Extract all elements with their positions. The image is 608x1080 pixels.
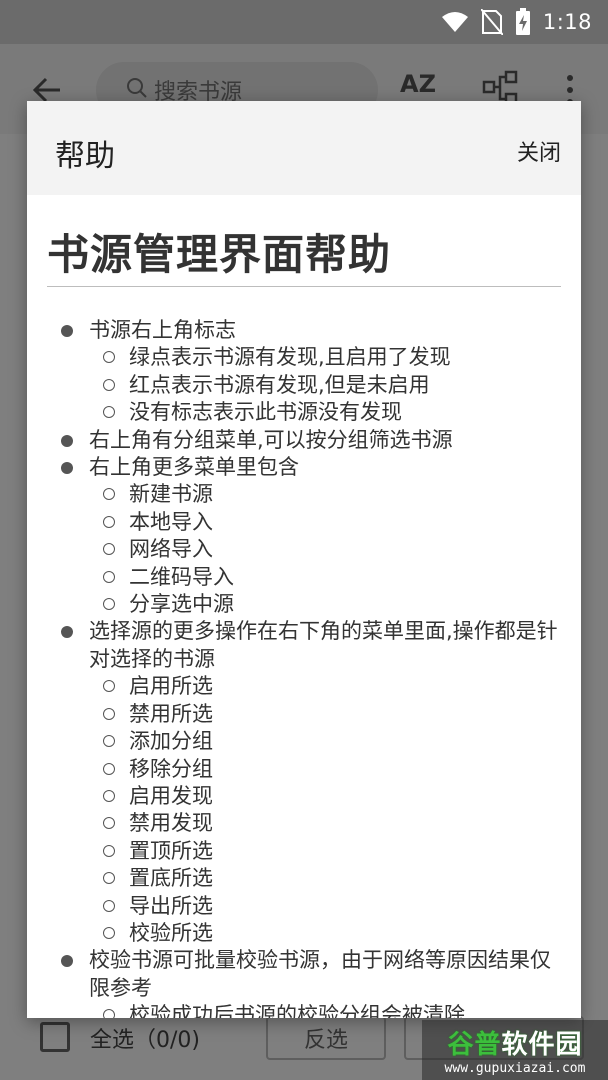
bullet-dot-icon [61, 434, 73, 447]
bullet-circle-icon [103, 789, 115, 802]
help-subitem-text: 置底所选 [129, 866, 213, 891]
help-subitem-text: 校验所选 [129, 920, 213, 945]
help-subitem-text: 置顶所选 [129, 838, 213, 863]
bullet-circle-icon [103, 680, 115, 693]
help-item-text: 选择源的更多操作在右下角的菜单里面,操作都是针对选择的书源 [89, 619, 558, 671]
bullet-circle-icon [103, 378, 115, 391]
help-sublist: 校验成功后书源的校验分组会被清除 [89, 1002, 561, 1018]
help-subitem-text: 启用发现 [129, 783, 213, 808]
help-subitem: 启用发现 [89, 783, 561, 810]
help-subitem-text: 没有标志表示此书源没有发现 [129, 400, 402, 425]
help-subitem-text: 绿点表示书源有发现,且启用了发现 [129, 345, 451, 370]
bullet-circle-icon [103, 515, 115, 528]
help-dialog: 帮助 关闭 书源管理界面帮助 书源右上角标志 绿点表示书源有发现,且启用了发现 红点… [27, 101, 581, 1018]
help-subitem-text: 移除分组 [129, 756, 213, 781]
help-heading: 书源管理界面帮助 [47, 221, 561, 287]
bullet-circle-icon [103, 735, 115, 748]
battery-charging-icon [515, 8, 531, 36]
help-subitem-text: 禁用所选 [129, 701, 213, 726]
bullet-circle-icon [103, 598, 115, 611]
help-subitem: 分享选中源 [89, 591, 561, 618]
help-subitem: 添加分组 [89, 728, 561, 755]
help-subitem-text: 分享选中源 [129, 592, 234, 617]
help-subitem-text: 添加分组 [129, 729, 213, 754]
help-list-item: 右上角更多菜单里包含 新建书源 本地导入网络导入 二维码导入分享选中源 [47, 454, 561, 618]
help-item-text: 右上角有分组菜单,可以按分组筛选书源 [89, 427, 453, 452]
bullet-circle-icon [103, 844, 115, 857]
bullet-circle-icon [103, 570, 115, 583]
help-subitem-text: 禁用发现 [129, 811, 213, 836]
help-subitem-text: 新建书源 [129, 482, 213, 507]
bullet-dot-icon [61, 626, 73, 639]
help-subitem: 没有标志表示此书源没有发现 [89, 399, 561, 426]
watermark-logo: 谷普软件园 [447, 1030, 583, 1060]
help-subitem: 绿点表示书源有发现,且启用了发现 [89, 344, 561, 371]
help-subitem: 校验成功后书源的校验分组会被清除 [89, 1002, 561, 1018]
clock: 1:18 [542, 10, 592, 34]
dialog-title: 帮助 [55, 139, 115, 174]
bullet-circle-icon [103, 406, 115, 419]
dialog-header: 帮助 关闭 [27, 101, 581, 195]
help-subitem: 导出所选 [89, 893, 561, 920]
help-subitem: 新建书源 [89, 481, 561, 508]
sort-az-icon[interactable]: AZ [400, 70, 436, 98]
bullet-circle-icon [103, 543, 115, 556]
help-content[interactable]: 书源管理界面帮助 书源右上角标志 绿点表示书源有发现,且启用了发现 红点表示书源有发… [27, 195, 581, 1018]
help-subitem: 本地导入 [89, 509, 561, 536]
help-list-item: 选择源的更多操作在右下角的菜单里面,操作都是针对选择的书源启用所选 禁用所选添加分… [47, 618, 561, 947]
help-subitem-text: 本地导入 [129, 509, 213, 534]
help-subitem: 校验所选 [89, 920, 561, 947]
help-list-item: 校验书源可批量校验书源，由于网络等原因结果仅限参考校验成功后书源的校验分组会被清… [47, 947, 561, 1018]
help-subitem: 禁用所选 [89, 701, 561, 728]
bullet-dot-icon [61, 325, 73, 337]
site-watermark: 谷普软件园 www.gupuxiazai.com [422, 1020, 608, 1080]
invert-selection-button[interactable]: 反选 [266, 1016, 386, 1060]
help-subitem-text: 导出所选 [129, 893, 213, 918]
help-subitem: 置底所选 [89, 865, 561, 892]
bullet-circle-icon [103, 1009, 115, 1018]
select-all-label: 全选（0/0) [90, 1028, 200, 1053]
help-subitem-text: 校验成功后书源的校验分组会被清除 [129, 1003, 465, 1018]
search-icon [126, 77, 148, 103]
watermark-url: www.gupuxiazai.com [444, 1061, 586, 1076]
help-subitem: 禁用发现 [89, 810, 561, 837]
help-sublist: 绿点表示书源有发现,且启用了发现 红点表示书源有发现,但是未启用 没有标志表示此书源… [89, 344, 561, 426]
bullet-dot-icon [61, 955, 73, 968]
bullet-circle-icon [103, 872, 115, 885]
help-item-text: 书源右上角标志 [89, 318, 236, 342]
help-list: 书源右上角标志 绿点表示书源有发现,且启用了发现 红点表示书源有发现,但是未启用 没有… [47, 317, 561, 1018]
help-sublist: 启用所选 禁用所选添加分组 移除分组 启用发现禁用发现 置顶所选置底所选 导出所选 校验所选 [89, 673, 561, 947]
help-subitem: 网络导入 [89, 536, 561, 563]
bullet-circle-icon [103, 817, 115, 830]
help-list-item: 右上角有分组菜单,可以按分组筛选书源 [47, 427, 561, 454]
bullet-circle-icon [103, 762, 115, 775]
bullet-circle-icon [103, 707, 115, 720]
bullet-dot-icon [61, 462, 73, 475]
help-item-text: 右上角更多菜单里包含 [89, 455, 299, 480]
help-subitem-text: 网络导入 [129, 537, 213, 562]
help-subitem: 移除分组 [89, 756, 561, 783]
help-item-text: 校验书源可批量校验书源，由于网络等原因结果仅限参考 [89, 948, 551, 1000]
help-sublist: 新建书源 本地导入网络导入 二维码导入分享选中源 [89, 481, 561, 618]
help-subitem: 置顶所选 [89, 838, 561, 865]
help-subitem: 启用所选 [89, 673, 561, 700]
bullet-circle-icon [103, 351, 115, 364]
help-list-item: 书源右上角标志 绿点表示书源有发现,且启用了发现 红点表示书源有发现,但是未启用 没有… [47, 317, 561, 427]
help-subitem-text: 二维码导入 [129, 564, 234, 589]
no-sim-icon [480, 9, 503, 35]
bullet-circle-icon [103, 488, 115, 501]
bullet-circle-icon [103, 926, 115, 939]
wifi-icon [441, 11, 469, 33]
status-bar: 1:18 [0, 0, 608, 44]
select-all-checkbox[interactable] [40, 1022, 70, 1052]
help-subitem-text: 红点表示书源有发现,但是未启用 [129, 372, 430, 397]
bullet-circle-icon [103, 899, 115, 912]
help-subitem-text: 启用所选 [129, 674, 213, 699]
close-button[interactable]: 关闭 [517, 135, 561, 167]
help-subitem: 红点表示书源有发现,但是未启用 [89, 372, 561, 399]
help-subitem: 二维码导入 [89, 564, 561, 591]
